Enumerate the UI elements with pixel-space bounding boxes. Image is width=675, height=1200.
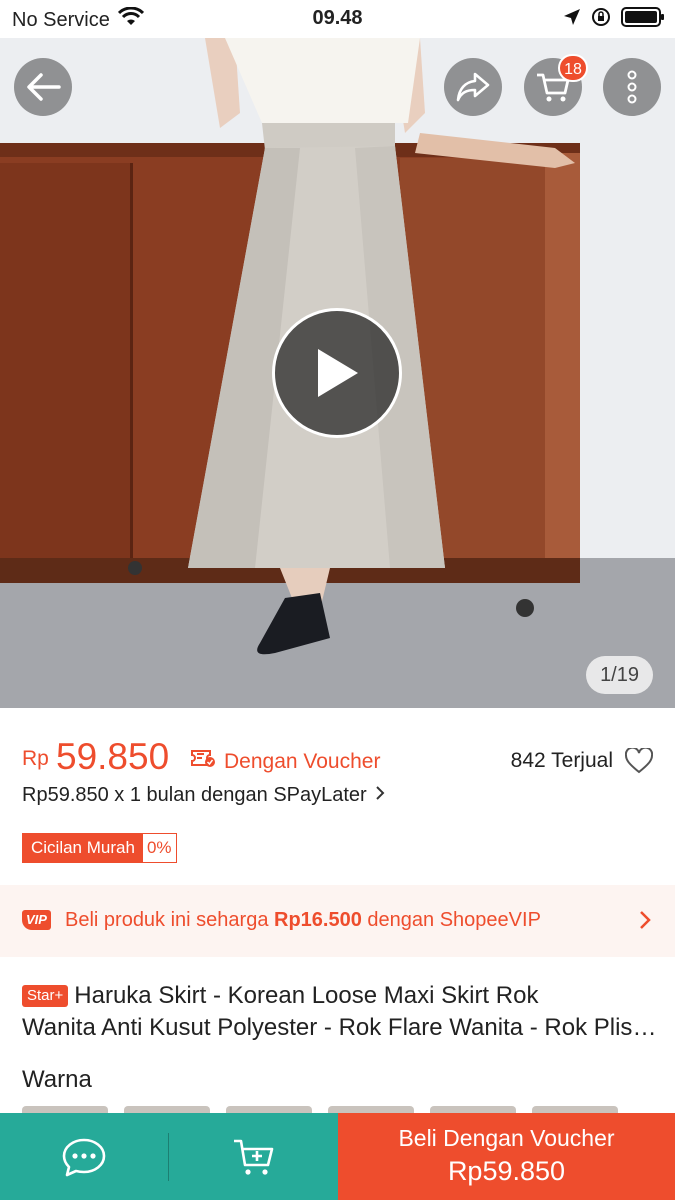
chevron-right-icon [639,910,651,935]
sold-count: 842 Terjual [510,749,613,772]
product-title: Star+ Haruka Skirt - Korean Loose Maxi Sk… [22,980,657,1044]
favorite-heart-icon[interactable] [624,746,654,779]
variation-label: Warna [22,1066,92,1093]
price-row: Rp 59.850 Dengan Voucher 842 Terjual [22,736,654,780]
vip-text-before: Beli produk ini seharga [65,909,275,931]
back-arrow-icon [27,73,61,101]
vip-badge: VIP [22,910,51,930]
voucher-ticket-icon [190,748,216,773]
installment-badge: Cicilan Murah 0% [22,833,177,863]
cart-count-badge: 18 [558,54,588,82]
add-to-cart-button[interactable] [169,1113,338,1200]
cart-button[interactable]: 18 [524,54,588,116]
bottom-left-actions [0,1113,338,1200]
rotation-lock-icon [591,7,611,32]
product-title-line1: Haruka Skirt - Korean Loose Maxi Skirt R… [74,982,539,1009]
location-arrow-icon [563,8,581,31]
share-button[interactable] [444,58,502,116]
chevron-right-icon [375,784,385,807]
chat-icon [62,1138,106,1176]
back-button[interactable] [14,58,72,116]
bottom-action-bar: Beli Dengan Voucher Rp59.850 [0,1113,675,1200]
vip-text-after: dengan ShopeeVIP [361,909,541,931]
chat-button[interactable] [0,1113,168,1200]
product-media[interactable]: 18 1/19 [0,38,675,708]
shopee-vip-banner[interactable]: VIP Beli produk ini seharga Rp16.500 den… [0,885,675,957]
buy-with-voucher-button[interactable]: Beli Dengan Voucher Rp59.850 [338,1113,675,1200]
more-vertical-icon [627,70,637,104]
price-currency: Rp [22,747,49,770]
more-options-button[interactable] [603,58,661,116]
image-counter: 1/19 [586,656,653,694]
product-title-line2: Wanita Anti Kusut Polyester - Rok Flare … [22,1014,657,1041]
vip-promo-text: Beli produk ini seharga Rp16.500 dengan … [65,909,541,932]
status-bar: No Service 09.48 [0,0,675,38]
battery-icon [621,7,665,32]
price-amount: 59.850 [56,736,170,777]
paylater-text: Rp59.850 x 1 bulan dengan SPayLater [22,784,367,806]
installment-label: Cicilan Murah [23,834,143,862]
buy-button-price: Rp59.850 [447,1156,566,1186]
paylater-link[interactable]: Rp59.850 x 1 bulan dengan SPayLater [22,784,385,807]
buy-button-label: Beli Dengan Voucher [398,1125,615,1151]
add-to-cart-icon [233,1139,273,1175]
installment-rate: 0% [146,838,172,857]
vip-amount: Rp16.500 [274,909,362,931]
share-icon [456,72,490,102]
voucher-label[interactable]: Dengan Voucher [224,750,380,774]
star-plus-badge: Star+ [22,985,69,1007]
play-icon [318,349,358,397]
play-video-button[interactable] [272,308,402,438]
status-right [563,7,665,32]
